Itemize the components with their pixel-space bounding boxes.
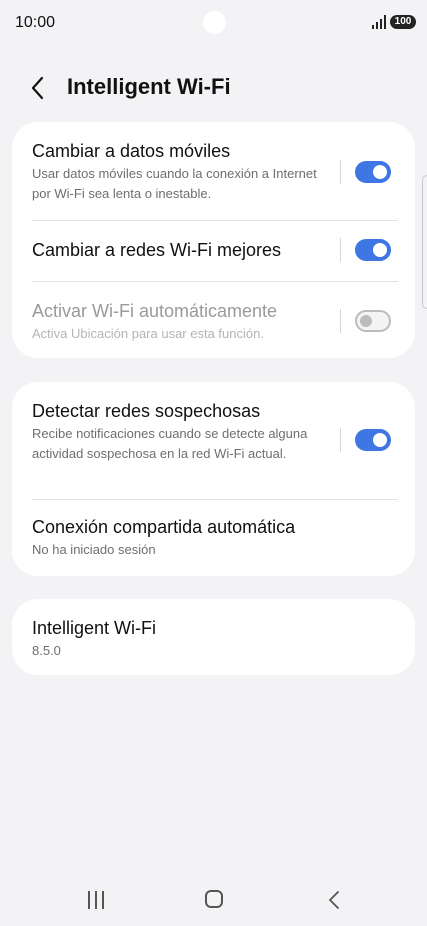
switch-mobile-data-title: Cambiar a datos móviles <box>32 141 231 161</box>
better-wifi-toggle[interactable] <box>355 239 391 261</box>
suspicious-networks-row[interactable]: Detectar redes sospechosas Recibe notifi… <box>12 382 415 499</box>
settings-card-connection: Cambiar a datos móviles Usar datos móvil… <box>12 122 415 358</box>
signal-icon <box>372 14 386 29</box>
auto-hotspot-title: Conexión compartida automática <box>32 517 296 537</box>
vertical-divider <box>340 428 341 452</box>
about-title: Intelligent Wi-Fi <box>32 618 157 638</box>
home-icon[interactable] <box>205 890 223 908</box>
switch-mobile-data-subtitle: Usar datos móviles cuando la conexión a … <box>32 166 317 201</box>
vertical-divider <box>340 160 341 184</box>
auto-wifi-title: Activar Wi-Fi automáticamente <box>32 301 278 321</box>
better-wifi-row[interactable]: Cambiar a redes Wi-Fi mejores <box>12 221 415 281</box>
auto-wifi-toggle <box>355 310 391 332</box>
nav-back-icon[interactable] <box>325 889 345 911</box>
camera-cutout <box>203 11 226 34</box>
app-header: Intelligent Wi-Fi <box>0 66 427 110</box>
page-title: Intelligent Wi-Fi <box>67 74 231 99</box>
status-bar: 10:00 100 <box>0 0 427 46</box>
settings-card-security: Detectar redes sospechosas Recibe notifi… <box>12 382 415 576</box>
vertical-divider <box>340 238 341 262</box>
back-button[interactable] <box>26 74 50 102</box>
status-time: 10:00 <box>15 14 56 31</box>
suspicious-networks-toggle[interactable] <box>355 429 391 451</box>
battery-icon: 100 <box>390 15 416 29</box>
better-wifi-title: Cambiar a redes Wi-Fi mejores <box>32 240 282 260</box>
chevron-left-icon <box>31 76 44 100</box>
about-card[interactable]: Intelligent Wi-Fi 8.5.0 <box>12 599 415 675</box>
suspicious-networks-subtitle: Recibe notificaciones cuando se detecte … <box>32 426 308 461</box>
recent-apps-icon[interactable] <box>86 891 106 909</box>
auto-wifi-subtitle: Activa Ubicación para usar esta función. <box>32 326 264 341</box>
auto-hotspot-row[interactable]: Conexión compartida automática No ha ini… <box>12 500 415 576</box>
switch-mobile-data-toggle[interactable] <box>355 161 391 183</box>
navigation-bar <box>0 875 427 926</box>
about-version: 8.5.0 <box>32 643 61 658</box>
scroll-indicator[interactable] <box>422 175 427 309</box>
auto-hotspot-subtitle: No ha iniciado sesión <box>32 542 156 557</box>
vertical-divider <box>340 309 341 333</box>
switch-mobile-data-row[interactable]: Cambiar a datos móviles Usar datos móvil… <box>12 122 415 220</box>
suspicious-networks-title: Detectar redes sospechosas <box>32 401 261 421</box>
auto-wifi-row: Activar Wi-Fi automáticamente Activa Ubi… <box>12 282 415 358</box>
